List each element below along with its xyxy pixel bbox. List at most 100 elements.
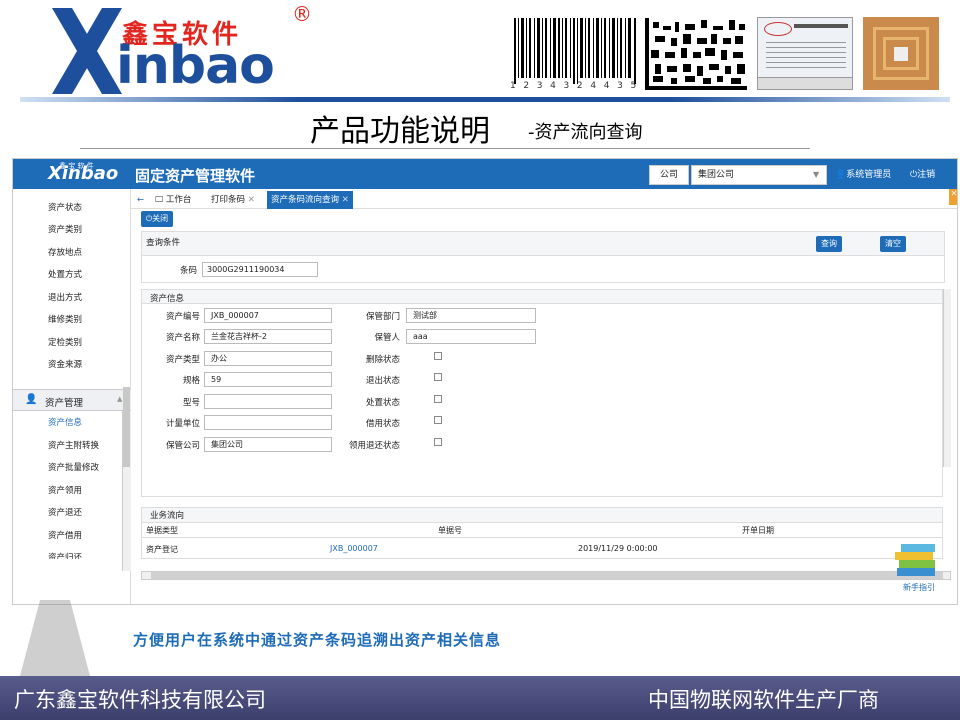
field-asset-code[interactable]: JXB_000007 bbox=[204, 308, 332, 323]
user-menu[interactable]: 👤系统管理员 bbox=[835, 167, 891, 180]
field-label-asset-code: 资产编号 bbox=[165, 312, 200, 322]
back-arrow-icon[interactable]: ← bbox=[133, 191, 148, 209]
sidebar-item-asset-status[interactable]: 资产状态 bbox=[48, 201, 82, 213]
field-label-custody-dept: 保管部门 bbox=[365, 312, 400, 322]
heading-divider bbox=[80, 148, 810, 149]
field-label-spec: 规格 bbox=[182, 376, 200, 386]
chevron-up-icon: ▲ bbox=[117, 395, 123, 403]
column-header-doc-number[interactable]: 单据号 bbox=[438, 525, 462, 536]
tower-watermark-image bbox=[20, 600, 90, 676]
sidebar-item-asset-return[interactable]: 资产退还 bbox=[48, 506, 82, 518]
app-header: 鑫 宝 软 件 Xinbao 固定资产管理软件 公司 集团公司 ▼ 👤系统管理员… bbox=[13, 159, 957, 189]
business-flow-panel: 业务流向 单据类型 单据号 开单日期 资产登记 JXB_000007 2019/… bbox=[141, 507, 943, 559]
sidebar-item-repair-category[interactable]: 维修类别 bbox=[48, 313, 82, 325]
column-header-open-date[interactable]: 开单日期 bbox=[742, 525, 774, 536]
feature-tagline: 方便用户在系统中通过资产条码追溯出资产相关信息 bbox=[133, 631, 502, 649]
close-icon[interactable]: ✕ bbox=[248, 195, 255, 205]
sidebar-item-fund-source[interactable]: 资金来源 bbox=[48, 358, 82, 370]
field-label-custodian: 保管人 bbox=[374, 333, 400, 343]
newbie-guide-link[interactable]: 新手指引 bbox=[903, 582, 935, 593]
sidebar-item-asset-borrow[interactable]: 资产借用 bbox=[48, 529, 82, 541]
tab-barcode-flow-query[interactable]: 资产条码流向查询 ✕ bbox=[267, 191, 353, 209]
business-flow-header: 业务流向 bbox=[142, 508, 942, 522]
app-title: 固定资产管理软件 bbox=[135, 167, 256, 185]
app-logo: Xinbao bbox=[48, 163, 119, 184]
sidebar-item-inspection-category[interactable]: 定检类别 bbox=[48, 336, 82, 348]
close-icon[interactable]: ✕ bbox=[949, 189, 957, 205]
asset-info-title: 资产信息 bbox=[150, 294, 185, 304]
field-custodian[interactable]: aaa bbox=[406, 329, 536, 344]
field-asset-type[interactable]: 办公 bbox=[204, 351, 332, 366]
tab-label: 资产条码流向查询 bbox=[271, 195, 340, 205]
barcode-input[interactable]: 3000G2911190034 bbox=[202, 262, 318, 277]
sidebar-item-main-sub-convert[interactable]: 资产主附转换 bbox=[48, 439, 99, 451]
sidebar-section-asset-management[interactable]: 👤 资产管理 ▲ bbox=[13, 389, 131, 411]
user-icon: 👤 bbox=[25, 394, 38, 405]
field-label-asset-type: 资产类型 bbox=[165, 355, 200, 365]
books-icon[interactable] bbox=[895, 540, 939, 580]
app-window: 鑫 宝 软 件 Xinbao 固定资产管理软件 公司 集团公司 ▼ 👤系统管理员… bbox=[12, 158, 958, 605]
anti-counterfeit-label-image bbox=[757, 17, 853, 90]
field-label-borrow-status: 借用状态 bbox=[365, 419, 400, 429]
company-label: 公司 bbox=[649, 165, 689, 185]
checkbox-exit-status[interactable] bbox=[434, 373, 442, 381]
close-icon[interactable]: ✕ bbox=[342, 195, 349, 205]
query-panel: 查询条件 查询 清空 条码 3000G2911190034 bbox=[141, 231, 945, 283]
company-name: 广东鑫宝软件科技有限公司 bbox=[14, 688, 266, 712]
chevron-down-icon[interactable]: ▼ bbox=[813, 165, 819, 185]
company-select[interactable]: 集团公司 bbox=[691, 165, 827, 185]
sidebar-item-batch-edit[interactable]: 资产批量修改 bbox=[48, 461, 99, 473]
logo-x-mark bbox=[52, 8, 122, 94]
flow-cell-doc-number[interactable]: JXB_000007 bbox=[330, 544, 378, 553]
sidebar-item-asset-requisition[interactable]: 资产领用 bbox=[48, 484, 82, 496]
field-unit[interactable] bbox=[204, 415, 332, 430]
sidebar-item-asset-category[interactable]: 资产类别 bbox=[48, 223, 82, 235]
rfid-tag-image bbox=[863, 17, 939, 90]
field-label-asset-name: 资产名称 bbox=[165, 333, 200, 343]
field-custody-dept[interactable]: 测试部 bbox=[406, 308, 536, 323]
logo-english: inbao bbox=[116, 36, 275, 96]
user-icon: 👤 bbox=[835, 170, 847, 180]
sidebar-item-location[interactable]: 存放地点 bbox=[48, 246, 82, 258]
field-label-delete-status: 删除状态 bbox=[365, 355, 400, 365]
checkbox-disposal-status[interactable] bbox=[434, 395, 442, 403]
sidebar-item-asset-info[interactable]: 资产信息 bbox=[48, 416, 82, 428]
tab-workbench[interactable]: 🖵 工作台 bbox=[151, 191, 195, 209]
footer-bar: 广东鑫宝软件科技有限公司 中国物联网软件生产厂商 bbox=[0, 676, 960, 720]
barcode-label: 条码 bbox=[180, 266, 198, 276]
field-custody-company[interactable]: 集团公司 bbox=[204, 437, 332, 452]
checkbox-delete-status[interactable] bbox=[434, 352, 442, 360]
sidebar: 资产状态 资产类别 存放地点 处置方式 退出方式 维修类别 定检类别 资金来源 … bbox=[13, 189, 131, 604]
page-subtitle: -资产流向查询 bbox=[528, 122, 643, 143]
tab-print-barcode[interactable]: 打印条码 ✕ bbox=[207, 191, 259, 209]
horizontal-scroll-thumb[interactable] bbox=[151, 572, 943, 579]
checkbox-requisition-return-status[interactable] bbox=[434, 438, 442, 446]
field-asset-name[interactable]: 兰金花吉祥杯-2 bbox=[204, 329, 332, 344]
content-scrollbar[interactable] bbox=[943, 289, 951, 467]
sidebar-section-label: 资产管理 bbox=[45, 398, 84, 409]
column-header-doc-type[interactable]: 单据类型 bbox=[146, 525, 178, 536]
sidebar-item-exit-method[interactable]: 退出方式 bbox=[48, 291, 82, 303]
logout-button[interactable]: ⏻注销 bbox=[910, 167, 935, 180]
user-name: 系统管理员 bbox=[846, 170, 892, 180]
business-flow-title: 业务流向 bbox=[150, 511, 185, 521]
tab-label: 打印条码 bbox=[211, 195, 246, 205]
asset-info-panel: 资产信息 资产编号 JXB_000007 资产名称 兰金花吉祥杯-2 资产类型 … bbox=[141, 289, 943, 497]
field-label-disposal-status: 处置状态 bbox=[365, 398, 400, 408]
field-model[interactable] bbox=[204, 394, 332, 409]
sidebar-item-asset-giveback[interactable]: 资产归还 bbox=[48, 551, 82, 559]
flow-table-header: 单据类型 单据号 开单日期 bbox=[142, 522, 942, 538]
sidebar-item-disposal-method[interactable]: 处置方式 bbox=[48, 268, 82, 280]
field-spec[interactable]: 59 bbox=[204, 372, 332, 387]
tab-bar: ← 🖵 工作台 打印条码 ✕ 资产条码流向查询 ✕ ✕ bbox=[131, 189, 957, 209]
sidebar-scroll-thumb[interactable] bbox=[123, 387, 130, 467]
search-button[interactable]: 查询 bbox=[816, 236, 842, 252]
close-button[interactable]: ⏻关闭 bbox=[141, 211, 173, 227]
page-title: 产品功能说明 bbox=[310, 114, 490, 149]
clear-button[interactable]: 清空 bbox=[880, 236, 906, 252]
field-label-unit: 计量单位 bbox=[165, 419, 200, 429]
data-matrix-image bbox=[645, 18, 747, 90]
field-label-custody-company: 保管公司 bbox=[165, 441, 200, 451]
checkbox-borrow-status[interactable] bbox=[434, 416, 442, 424]
field-label-model: 型号 bbox=[182, 398, 200, 408]
